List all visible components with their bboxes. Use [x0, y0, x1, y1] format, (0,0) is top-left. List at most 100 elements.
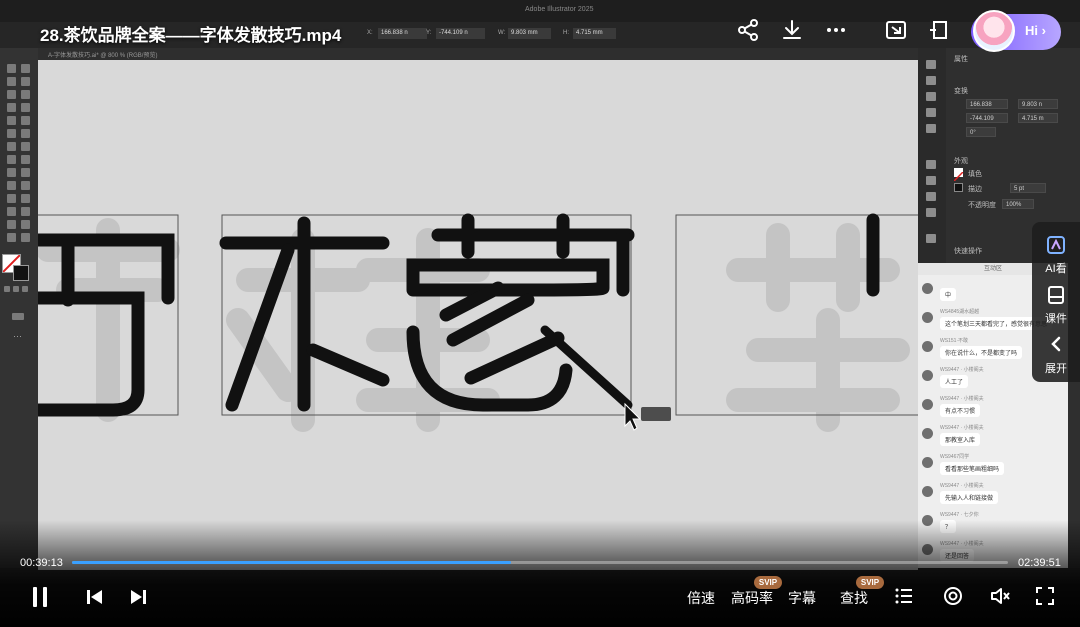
selection-tool-icon[interactable] — [7, 64, 16, 73]
appearance-panel-icon[interactable] — [926, 234, 936, 243]
chat-message: WS9447 · 小楼阁夫 先输入人和链接做 — [922, 482, 1068, 512]
direct-selection-tool-icon[interactable] — [21, 64, 30, 73]
symbol-sprayer-tool-icon[interactable] — [7, 207, 16, 216]
document-tab[interactable]: A-字体发散技巧.ai* @ 800 % (RGB/预览) — [38, 48, 918, 60]
download-icon[interactable] — [780, 18, 804, 42]
stroke-weight[interactable]: 5 pt — [1010, 183, 1046, 193]
color-panel-icon[interactable] — [926, 108, 936, 117]
layers-panel-icon[interactable] — [926, 76, 936, 85]
ai-watch-label: AI看 — [1045, 263, 1067, 275]
expand-button[interactable]: 展开 — [1032, 330, 1080, 378]
artboard-tool-icon[interactable] — [7, 220, 16, 229]
rectangle-tool-icon[interactable] — [7, 116, 16, 125]
artboard-canvas[interactable] — [38, 60, 918, 570]
stroke-panel-icon[interactable] — [926, 208, 936, 217]
chevron-left-icon — [1051, 336, 1061, 352]
stroke-label: 描边 — [968, 186, 982, 193]
fill-chip[interactable] — [953, 168, 964, 182]
popout-icon[interactable] — [928, 18, 952, 42]
h-field[interactable]: 4.715 mm — [573, 28, 616, 39]
speed-button[interactable]: 倍速 — [687, 588, 715, 608]
share-icon[interactable] — [736, 18, 760, 42]
courseware-button[interactable]: 课件 — [1032, 280, 1080, 328]
width-tool-icon[interactable] — [7, 155, 16, 164]
perspective-tool-icon[interactable] — [21, 168, 30, 177]
type-tool-icon[interactable] — [7, 103, 16, 112]
next-icon[interactable] — [128, 587, 148, 607]
no-fill-icon — [953, 171, 964, 182]
more-tools-icon[interactable]: ··· — [13, 331, 22, 341]
pen-tool-icon[interactable] — [7, 90, 16, 99]
x-field[interactable]: 166.838 n — [378, 28, 427, 39]
properties-panel-icon[interactable] — [926, 60, 936, 69]
rotate-tool-icon[interactable] — [7, 142, 16, 151]
none-mode-icon[interactable] — [22, 286, 28, 292]
playlist-icon[interactable] — [894, 586, 914, 606]
chevron-right-icon: › — [1041, 23, 1046, 38]
volume-muted-icon[interactable] — [989, 585, 1011, 607]
transparency-panel-icon[interactable] — [926, 192, 936, 201]
free-transform-tool-icon[interactable] — [21, 155, 30, 164]
screen-mode-icon[interactable] — [12, 313, 24, 320]
glyph-center-1 — [219, 216, 390, 412]
stroke-swatch[interactable] — [13, 265, 29, 281]
transform-h[interactable]: 4.715 m — [1018, 113, 1058, 123]
paintbrush-tool-icon[interactable] — [21, 116, 30, 125]
line-tool-icon[interactable] — [21, 103, 30, 112]
expand-label: 展开 — [1045, 363, 1067, 375]
user-avatar — [922, 486, 933, 497]
fullscreen-icon[interactable] — [1034, 585, 1056, 607]
align-panel-icon[interactable] — [926, 160, 936, 169]
chat-message: WS9447 · 小楼阁夫 有点不习惯 — [922, 395, 1068, 425]
quality-button[interactable]: 高码率 — [731, 588, 773, 608]
screenshot-icon[interactable] — [884, 18, 908, 42]
rotate-angle[interactable]: 0° — [966, 127, 996, 137]
panel-tab[interactable]: 属性 — [954, 54, 968, 64]
subtitles-button[interactable]: 字幕 — [788, 588, 816, 608]
more-icon[interactable] — [824, 18, 848, 42]
transform-x[interactable]: 166.838 — [966, 99, 1008, 109]
mesh-tool-icon[interactable] — [7, 181, 16, 190]
search-button[interactable]: 查找 — [840, 588, 868, 608]
chat-username: WS9467同学 — [940, 454, 970, 460]
y-field[interactable]: -744.109 n — [436, 28, 485, 39]
eraser-tool-icon[interactable] — [21, 129, 30, 138]
chat-text: 中 — [940, 288, 957, 301]
user-avatar — [922, 370, 933, 381]
stroke-chip[interactable] — [954, 183, 963, 192]
artboard-right[interactable] — [675, 214, 918, 416]
user-avatar — [922, 457, 933, 468]
chat-username: WS4845湖水超越 — [940, 309, 980, 315]
curvature-tool-icon[interactable] — [21, 90, 30, 99]
assistant-avatar[interactable] — [973, 10, 1015, 52]
graph-tool-icon[interactable] — [21, 207, 30, 216]
gradient-mode-icon[interactable] — [13, 286, 19, 292]
chat-text: 有点不习惯 — [940, 404, 981, 417]
lasso-tool-icon[interactable] — [21, 77, 30, 86]
hand-tool-icon[interactable] — [7, 233, 16, 242]
transform-y[interactable]: -744.109 — [966, 113, 1008, 123]
ai-watch-button[interactable]: AI看 — [1032, 230, 1080, 278]
w-field[interactable]: 9.803 mm — [508, 28, 551, 39]
magic-wand-tool-icon[interactable] — [7, 77, 16, 86]
video-title: 28.茶饮品牌全案——字体发散技巧.mp4 — [40, 26, 342, 45]
shaper-tool-icon[interactable] — [7, 129, 16, 138]
blend-tool-icon[interactable] — [21, 194, 30, 203]
swatches-panel-icon[interactable] — [926, 124, 936, 133]
previous-icon[interactable] — [85, 587, 105, 607]
shape-builder-tool-icon[interactable] — [7, 168, 16, 177]
pause-icon[interactable] — [30, 585, 52, 609]
opacity-value[interactable]: 100% — [1002, 199, 1034, 209]
ai-watch-icon — [1047, 236, 1065, 254]
pathfinder-panel-icon[interactable] — [926, 176, 936, 185]
gradient-tool-icon[interactable] — [21, 181, 30, 190]
scale-tool-icon[interactable] — [21, 142, 30, 151]
danmaku-icon[interactable] — [942, 585, 964, 607]
slice-tool-icon[interactable] — [21, 220, 30, 229]
libraries-panel-icon[interactable] — [926, 92, 936, 101]
chat-username: WS151·不敢 — [940, 338, 969, 344]
transform-w[interactable]: 9.803 n — [1018, 99, 1058, 109]
color-mode-icon[interactable] — [4, 286, 10, 292]
zoom-tool-icon[interactable] — [21, 233, 30, 242]
eyedropper-tool-icon[interactable] — [7, 194, 16, 203]
